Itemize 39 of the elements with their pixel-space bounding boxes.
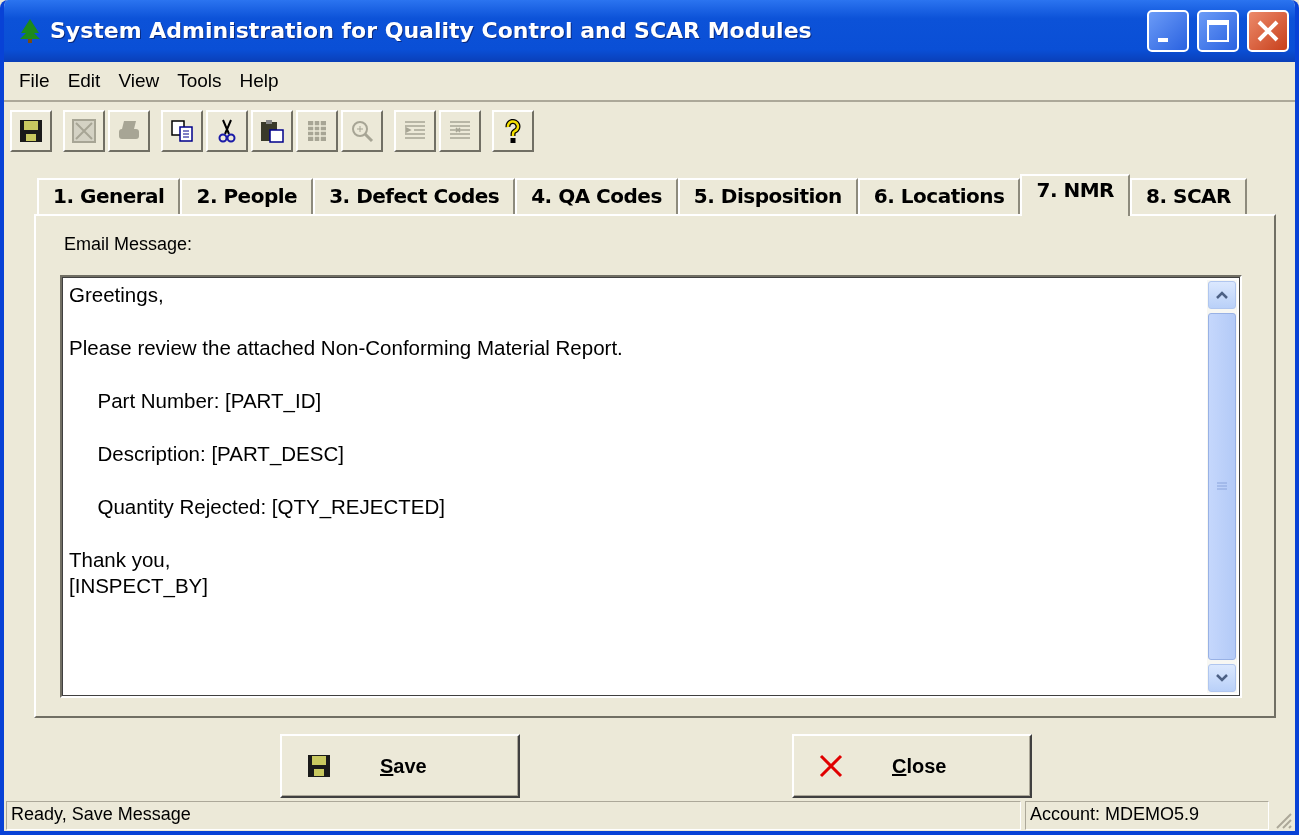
toolbar-button[interactable] bbox=[492, 109, 534, 152]
grip-icon bbox=[1217, 482, 1227, 491]
menu-item[interactable]: Edit bbox=[58, 69, 110, 92]
close-button[interactable] bbox=[1247, 9, 1289, 52]
tab[interactable]: 8. SCAR bbox=[1130, 177, 1247, 214]
toolbar-button[interactable] bbox=[161, 109, 203, 152]
close-icon bbox=[1256, 18, 1280, 43]
maximize-button[interactable] bbox=[1197, 9, 1239, 52]
save-button[interactable]: Save bbox=[280, 734, 520, 799]
minimize-icon bbox=[1158, 37, 1168, 42]
scroll-up-icon bbox=[1215, 290, 1229, 300]
spreadsheet-icon bbox=[71, 117, 97, 144]
scroll-down-icon bbox=[1215, 673, 1229, 683]
field-label: Email Message: bbox=[64, 233, 194, 255]
maximize-icon bbox=[1206, 18, 1230, 43]
tab[interactable]: 4. QA Codes bbox=[515, 177, 678, 214]
toolbar-button[interactable] bbox=[10, 109, 52, 152]
tab[interactable]: 1. General bbox=[37, 177, 181, 214]
tab[interactable]: 6. Locations bbox=[857, 177, 1021, 214]
tab[interactable]: 2. People bbox=[180, 177, 314, 214]
scrollbar[interactable] bbox=[1207, 279, 1237, 694]
x-icon bbox=[818, 753, 844, 780]
copy-icon bbox=[169, 117, 195, 144]
tab[interactable]: 3. Defect Codes bbox=[313, 177, 516, 214]
clipboard-icon bbox=[259, 117, 285, 144]
close-dialog-button[interactable]: Close bbox=[792, 734, 1032, 799]
menu-item[interactable]: Tools bbox=[168, 69, 231, 92]
tree-icon bbox=[18, 17, 42, 44]
toolbar-button[interactable] bbox=[206, 109, 248, 152]
window-title: System Administration for Quality Control and SCAR Modules bbox=[50, 18, 813, 44]
status-message: Ready, Save Message bbox=[6, 801, 1021, 830]
menu-item[interactable]: View bbox=[109, 69, 169, 92]
toolbar-button[interactable] bbox=[251, 109, 293, 152]
tab[interactable]: 7. NMR bbox=[1020, 173, 1130, 216]
tab[interactable]: 5. Disposition bbox=[677, 177, 858, 214]
menu-item[interactable]: Help bbox=[230, 69, 288, 92]
menu-item[interactable]: File bbox=[10, 69, 59, 92]
minimize-button[interactable] bbox=[1147, 9, 1189, 52]
account-status: Account: MDEMO5.9 bbox=[1025, 801, 1269, 830]
